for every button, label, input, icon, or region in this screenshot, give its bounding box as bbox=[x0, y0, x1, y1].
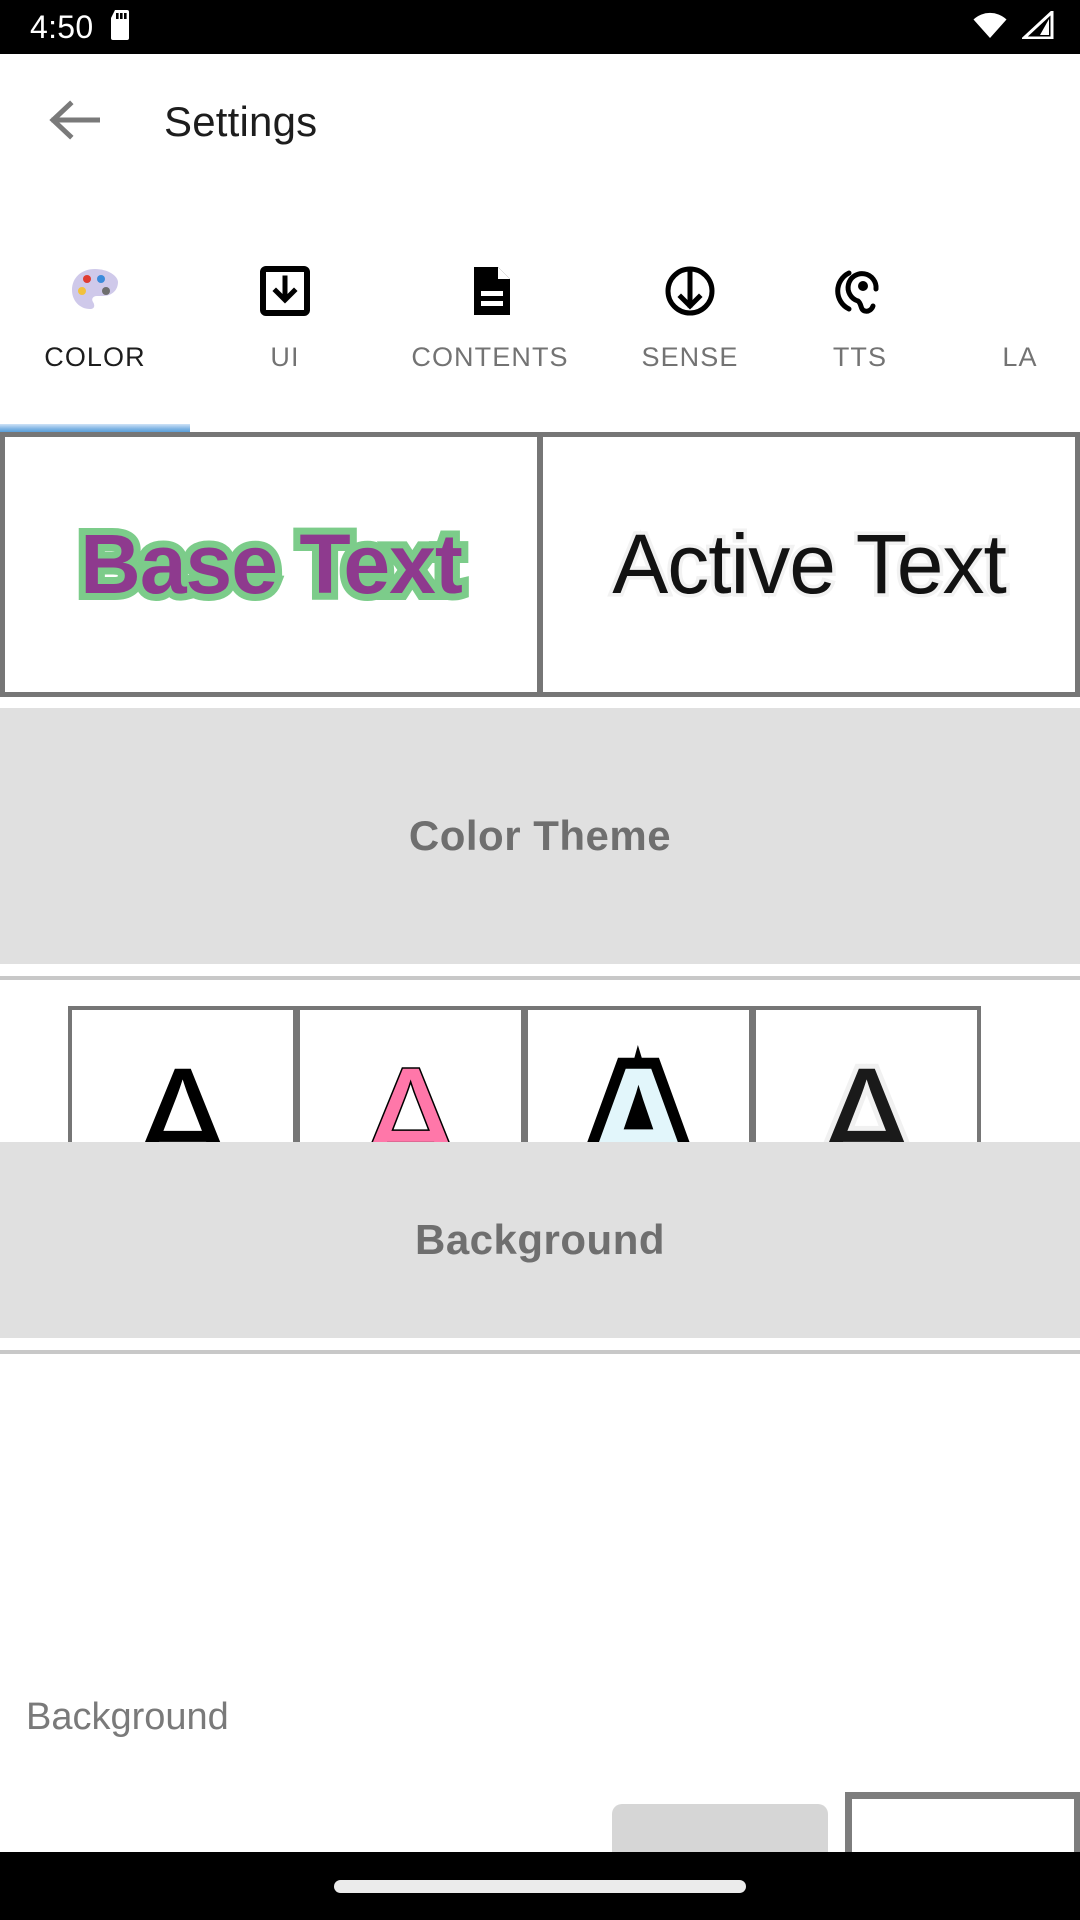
status-bar-right bbox=[972, 8, 1054, 44]
text-preview-strip: Base Text Active Text bbox=[0, 432, 1080, 697]
tab-label-contents: CONTENTS bbox=[411, 342, 569, 372]
base-text-sample: Base Text bbox=[73, 510, 470, 618]
status-bar-left: 4:50 bbox=[30, 9, 133, 45]
section-title-color-theme: Color Theme bbox=[408, 812, 672, 859]
arrow-back-icon bbox=[48, 98, 101, 147]
back-button[interactable] bbox=[26, 74, 122, 170]
status-clock: 4:50 bbox=[30, 9, 94, 45]
cellular-signal-icon bbox=[1020, 8, 1054, 44]
divider-color-theme bbox=[0, 976, 1080, 980]
tab-sense[interactable]: SENSE bbox=[600, 240, 780, 430]
tab-ui[interactable]: UI bbox=[190, 240, 380, 430]
app-bar: Settings bbox=[0, 54, 1080, 190]
section-title-background: Background bbox=[414, 1216, 666, 1263]
tab-label-ui: UI bbox=[270, 342, 300, 372]
tab-label-color: COLOR bbox=[44, 342, 146, 372]
system-nav-bar bbox=[0, 1852, 1080, 1920]
phone-screen: 4:50 Settings COLOR UI CONTENTS SENSE TT… bbox=[0, 0, 1080, 1920]
tab-label-sense: SENSE bbox=[641, 342, 739, 372]
base-text-preview[interactable]: Base Text bbox=[5, 437, 537, 692]
background-row-label: Background bbox=[26, 1696, 229, 1738]
home-gesture-pill[interactable] bbox=[334, 1879, 746, 1893]
tab-language[interactable]: LA bbox=[940, 240, 1080, 430]
palette-icon bbox=[67, 256, 123, 326]
download-box-icon bbox=[257, 256, 313, 326]
tab-color[interactable]: COLOR bbox=[0, 240, 190, 430]
tab-contents[interactable]: CONTENTS bbox=[380, 240, 600, 430]
tab-label-language: LA bbox=[1002, 342, 1038, 372]
page-title: Settings bbox=[164, 98, 318, 145]
active-tab-indicator bbox=[0, 424, 190, 432]
tab-label-tts: TTS bbox=[832, 342, 888, 372]
sd-card-icon bbox=[109, 9, 133, 45]
hearing-ear-icon bbox=[832, 256, 888, 326]
active-text-preview[interactable]: Active Text bbox=[543, 437, 1075, 692]
arrow-down-circle-icon bbox=[662, 256, 718, 326]
status-bar: 4:50 bbox=[0, 0, 1080, 54]
section-header-color-theme: Color Theme bbox=[0, 708, 1080, 964]
section-header-background: Background bbox=[0, 1142, 1080, 1338]
document-icon bbox=[462, 256, 518, 326]
active-text-sample: Active Text bbox=[609, 514, 1011, 615]
settings-tab-strip[interactable]: COLOR UI CONTENTS SENSE TTS LA bbox=[0, 240, 1080, 430]
wifi-icon bbox=[972, 11, 1008, 44]
divider-background bbox=[0, 1350, 1080, 1354]
background-setting-row: Background bbox=[0, 1690, 1080, 1882]
tab-tts[interactable]: TTS bbox=[780, 240, 940, 430]
